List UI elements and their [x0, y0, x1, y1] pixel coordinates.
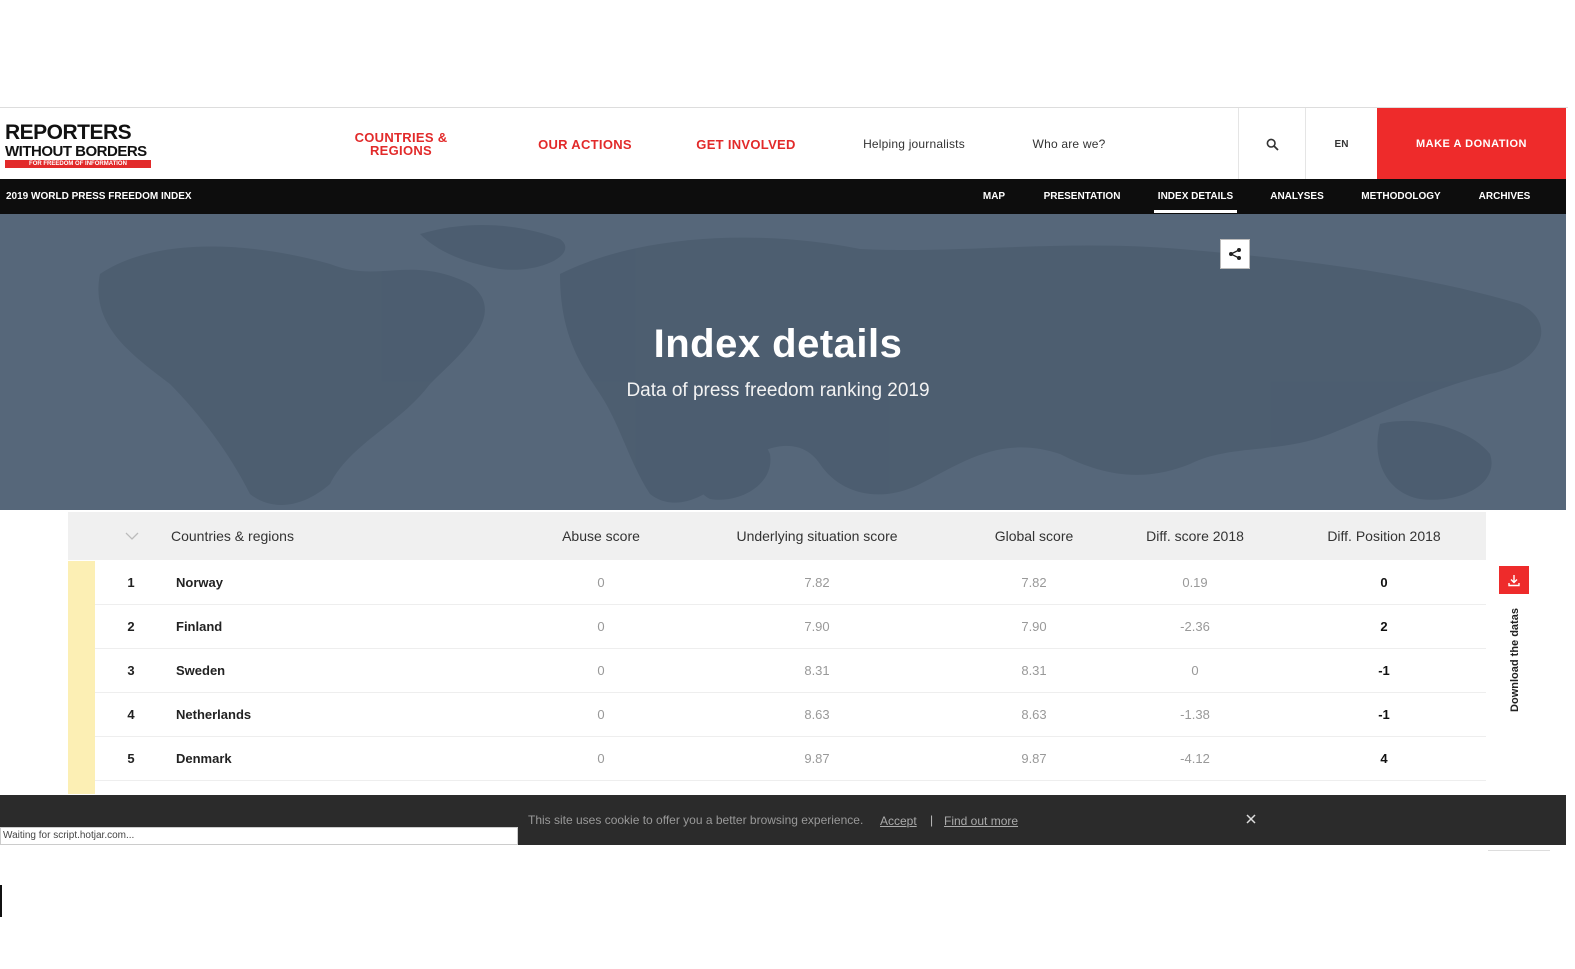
logo-line-1: REPORTERS: [5, 121, 132, 144]
global-score-cell: 8.63: [1021, 707, 1047, 722]
diff-position-cell: -1: [1378, 663, 1390, 678]
divider: [1488, 850, 1550, 851]
logo-line-2: WITHOUT BORDERS: [5, 143, 147, 160]
download-icon: [1508, 575, 1520, 587]
nav-our-actions[interactable]: OUR ACTIONS: [530, 108, 640, 180]
share-icon: [1229, 248, 1241, 260]
tab-map[interactable]: MAP: [978, 179, 1010, 214]
country-cell: Norway: [176, 575, 223, 590]
hero-banner: Index details Data of press freedom rank…: [0, 214, 1566, 510]
diff-position-cell: 0: [1380, 575, 1388, 590]
diff-position-cell: -1: [1378, 707, 1390, 722]
diff-score-cell: 0: [1191, 663, 1199, 678]
table-row[interactable]: 1 Norway 0 7.82 7.82 0.19 0: [68, 561, 1486, 605]
rank-cell: 5: [127, 751, 135, 766]
logo-tagline: FOR FREEDOM OF INFORMATION: [5, 160, 151, 168]
table-row[interactable]: 2 Finland 0 7.90 7.90 -2.36 2: [68, 605, 1486, 649]
nav-helping-journalists[interactable]: Helping journalists: [850, 108, 978, 180]
diff-position-cell: 4: [1380, 751, 1388, 766]
browser-status-bar: Waiting for script.hotjar.com...: [0, 827, 518, 845]
rank-color-stripe: [68, 561, 95, 605]
donate-button[interactable]: MAKE A DONATION: [1377, 108, 1566, 180]
underlying-score-cell: 7.90: [804, 619, 830, 634]
diff-score-cell: -1.38: [1180, 707, 1210, 722]
chevron-down-icon: [125, 532, 139, 540]
ranking-table: Countries & regions Abuse score Underlyi…: [68, 512, 1486, 794]
abuse-score-cell: 0: [597, 751, 605, 766]
search-icon: [1266, 138, 1279, 151]
table-row[interactable]: 5 Denmark 0 9.87 9.87 -4.12 4: [68, 737, 1486, 781]
page-title: Index details: [653, 322, 903, 366]
rank-cell: 4: [127, 707, 135, 722]
rank-color-stripe: [68, 781, 95, 794]
global-score-cell: 9.87: [1021, 751, 1047, 766]
nav-get-involved[interactable]: GET INVOLVED: [690, 108, 802, 180]
rank-color-stripe: [68, 693, 95, 737]
header-diff-score[interactable]: Diff. score 2018: [1130, 512, 1260, 560]
country-cell: Netherlands: [176, 707, 252, 722]
rank-color-stripe: [68, 649, 95, 693]
global-score-cell: 7.90: [1021, 619, 1047, 634]
subnav-title[interactable]: 2019 WORLD PRESS FREEDOM INDEX: [6, 179, 192, 214]
rank-cell: 1: [127, 575, 135, 590]
rsf-logo[interactable]: REPORTERS WITHOUT BORDERS FOR FREEDOM OF…: [5, 121, 155, 168]
tab-methodology[interactable]: METHODOLOGY: [1357, 179, 1445, 214]
close-icon: [1246, 814, 1256, 824]
sort-toggle[interactable]: [122, 512, 142, 560]
header-country[interactable]: Countries & regions: [171, 512, 351, 560]
diff-score-cell: -4.12: [1180, 751, 1210, 766]
language-selector[interactable]: EN: [1306, 108, 1377, 180]
cookie-accept-link[interactable]: Accept: [880, 795, 917, 847]
country-cell: Finland: [176, 619, 223, 634]
diff-score-cell: 0.19: [1182, 575, 1208, 590]
header-underlying-score[interactable]: Underlying situation score: [722, 512, 912, 560]
index-subnav: 2019 WORLD PRESS FREEDOM INDEX MAP PRESE…: [0, 179, 1566, 214]
underlying-score-cell: 8.63: [804, 707, 830, 722]
page-subtitle: Data of press freedom ranking 2019: [626, 380, 930, 401]
underlying-score-cell: 7.82: [804, 575, 830, 590]
global-score-cell: 7.82: [1021, 575, 1047, 590]
search-button[interactable]: [1238, 108, 1306, 180]
diff-score-cell: -2.36: [1180, 619, 1210, 634]
tab-presentation[interactable]: PRESENTATION: [1040, 179, 1124, 214]
rank-cell: 2: [127, 619, 135, 634]
rank-cell: 3: [127, 663, 135, 678]
abuse-score-cell: 0: [597, 663, 605, 678]
tab-analyses[interactable]: ANALYSES: [1267, 179, 1327, 214]
cookie-message: This site uses cookie to offer you a bet…: [528, 813, 864, 827]
header-diff-position[interactable]: Diff. Position 2018: [1314, 512, 1454, 560]
rank-color-stripe: [68, 605, 95, 649]
rank-color-stripe: [68, 737, 95, 781]
tab-index-details[interactable]: INDEX DETAILS: [1154, 179, 1237, 214]
header-abuse-score[interactable]: Abuse score: [536, 512, 666, 560]
nav-who-are-we[interactable]: Who are we?: [1020, 108, 1118, 180]
header-global-score[interactable]: Global score: [974, 512, 1094, 560]
country-cell: Denmark: [176, 751, 232, 766]
cookie-separator: |: [930, 813, 934, 827]
underlying-score-cell: 9.87: [804, 751, 830, 766]
download-button[interactable]: [1499, 566, 1529, 594]
table-row-partial: [68, 781, 1486, 794]
cookie-find-out-more-link[interactable]: Find out more: [944, 795, 1018, 847]
site-header: REPORTERS WITHOUT BORDERS FOR FREEDOM OF…: [0, 107, 1568, 180]
nav-countries-regions[interactable]: COUNTRIES & REGIONS: [345, 108, 457, 180]
table-row[interactable]: 3 Sweden 0 8.31 8.31 0 -1: [68, 649, 1486, 693]
global-score-cell: 8.31: [1021, 663, 1047, 678]
download-datas-label[interactable]: Download the datas: [1509, 608, 1521, 712]
table-header: Countries & regions Abuse score Underlyi…: [68, 512, 1486, 560]
abuse-score-cell: 0: [597, 575, 605, 590]
underlying-score-cell: 8.31: [804, 663, 830, 678]
cookie-close-button[interactable]: [1240, 808, 1262, 830]
share-button[interactable]: [1220, 239, 1250, 269]
text-cursor: [0, 885, 2, 917]
diff-position-cell: 2: [1380, 619, 1388, 634]
tab-archives[interactable]: ARCHIVES: [1475, 179, 1534, 214]
abuse-score-cell: 0: [597, 707, 605, 722]
country-cell: Sweden: [176, 663, 226, 678]
table-row[interactable]: 4 Netherlands 0 8.63 8.63 -1.38 -1: [68, 693, 1486, 737]
abuse-score-cell: 0: [597, 619, 605, 634]
